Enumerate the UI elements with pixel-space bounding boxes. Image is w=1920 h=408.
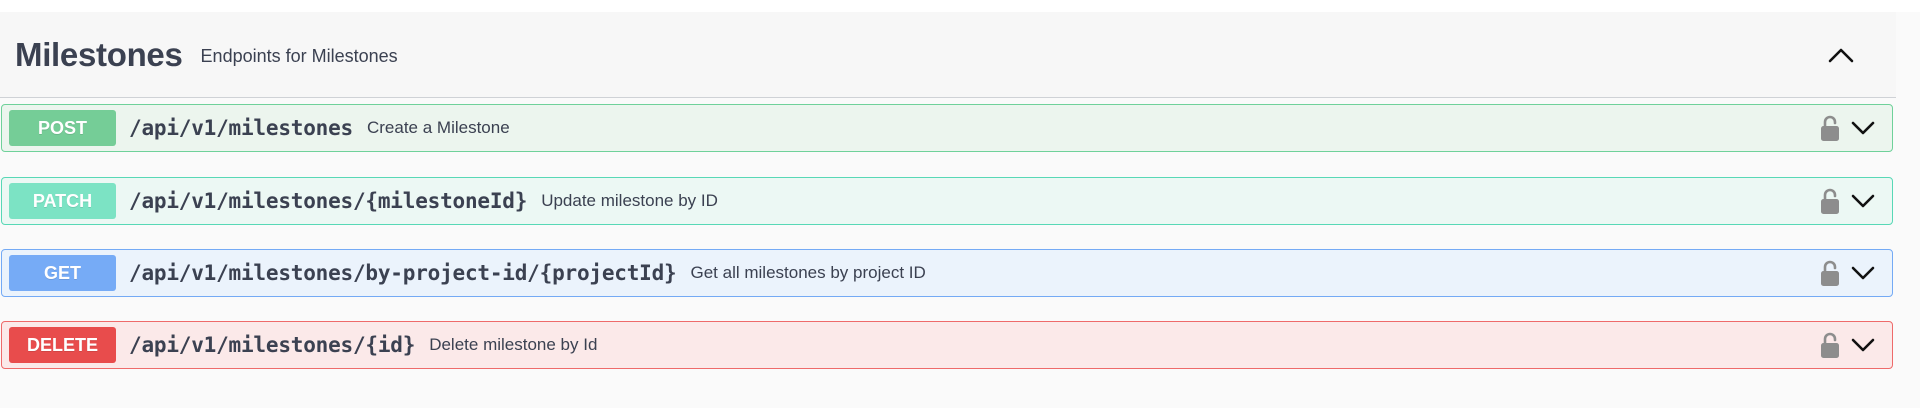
operation-post-milestones[interactable]: POST /api/v1/milestones Create a Milesto… [1, 104, 1893, 152]
operation-get-milestones-by-project[interactable]: GET /api/v1/milestones/by-project-id/{pr… [1, 249, 1893, 297]
method-badge-delete: DELETE [9, 327, 116, 363]
operation-delete-milestone[interactable]: DELETE /api/v1/milestones/{id} Delete mi… [1, 321, 1893, 369]
chevron-down-icon[interactable] [1850, 333, 1876, 357]
operation-path: /api/v1/milestones [129, 116, 353, 140]
chevron-down-icon[interactable] [1850, 189, 1876, 213]
lock-icon[interactable] [1820, 331, 1840, 359]
operation-summary: Delete milestone by Id [429, 335, 598, 354]
operation-patch-milestone[interactable]: PATCH /api/v1/milestones/{milestoneId} U… [1, 177, 1893, 225]
operation-path: /api/v1/milestones/{milestoneId} [129, 189, 528, 213]
tag-title: Milestones [15, 35, 183, 73]
lock-icon[interactable] [1820, 114, 1840, 142]
lock-icon[interactable] [1820, 187, 1840, 215]
chevron-down-icon[interactable] [1850, 116, 1876, 140]
milestones-section: Milestones Endpoints for Milestones POST… [0, 12, 1920, 408]
method-badge-patch: PATCH [9, 183, 116, 219]
operation-path: /api/v1/milestones/{id} [129, 333, 416, 357]
chevron-down-icon[interactable] [1850, 261, 1876, 285]
chevron-up-icon[interactable] [1826, 40, 1856, 70]
operation-summary: Create a Milestone [366, 118, 510, 137]
method-badge-get: GET [9, 255, 116, 291]
tag-header[interactable]: Milestones Endpoints for Milestones [0, 12, 1896, 98]
operation-summary: Update milestone by ID [541, 191, 718, 210]
operation-path: /api/v1/milestones/by-project-id/{projec… [129, 261, 677, 285]
tag-description: Endpoints for Milestones [200, 46, 398, 66]
operation-summary: Get all milestones by project ID [690, 263, 926, 282]
lock-icon[interactable] [1820, 259, 1840, 287]
method-badge-post: POST [9, 110, 116, 146]
